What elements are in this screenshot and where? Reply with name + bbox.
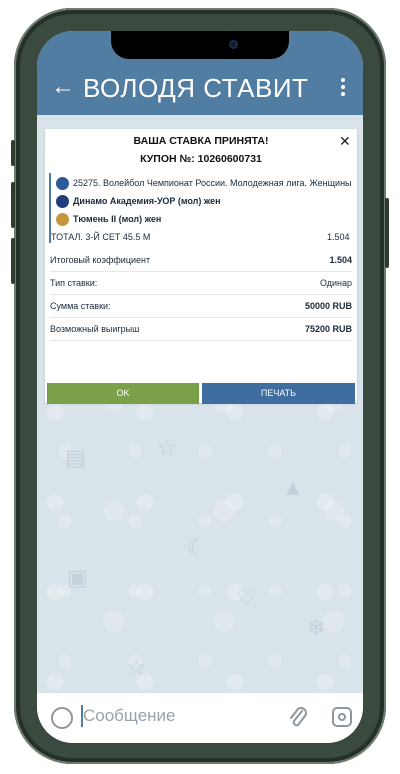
- event-team-1: Динамо Академия-УОР (мол) жен: [56, 195, 221, 208]
- arrow-left-icon[interactable]: ←: [51, 75, 75, 99]
- event-odds: 1.504: [327, 232, 350, 242]
- paperclip-icon[interactable]: [288, 705, 308, 729]
- doodle-star-icon: ☆: [157, 435, 177, 460]
- bet-event: 25275. Волейбол Чемпионат России. Молоде…: [49, 173, 357, 243]
- doodle-moon-icon: ☾: [187, 535, 207, 560]
- smile-icon[interactable]: [51, 707, 73, 729]
- team-1-logo-icon: [56, 195, 69, 208]
- side-button-right: [385, 198, 389, 268]
- more-vertical-icon[interactable]: [333, 75, 353, 99]
- print-button[interactable]: ПЕЧАТЬ: [202, 383, 355, 404]
- side-button-left-1: [11, 140, 15, 166]
- bet-accepted-heading: ВАША СТАВКА ПРИНЯТА!: [133, 135, 269, 147]
- summary-row-bet-type: Тип ставки: Одинар: [50, 272, 352, 295]
- bet-confirmation-card: ВАША СТАВКА ПРИНЯТА! ✕ КУПОН №: 10260600…: [45, 129, 357, 404]
- doodle-heart-icon: ♡: [237, 585, 257, 610]
- chat-title: ВОЛОДЯ СТАВИТ: [83, 73, 309, 103]
- close-icon[interactable]: ✕: [339, 133, 351, 150]
- phone-notch: [111, 31, 289, 59]
- event-market: ТОТАЛ. 3-Й СЕТ 45.5 М: [51, 232, 151, 242]
- side-button-left-2: [11, 182, 15, 228]
- front-camera: [229, 40, 238, 49]
- coupon-number: КУПОН №: 10260600731: [140, 153, 262, 165]
- camera-icon[interactable]: [332, 707, 352, 727]
- message-input[interactable]: Сообщение: [83, 706, 176, 726]
- volleyball-icon: [56, 177, 69, 190]
- summary-row-possible-win: Возможный выигрыш 75200 RUB: [50, 318, 352, 341]
- message-composer: Сообщение: [37, 693, 363, 743]
- doodle-snowflake-icon: ❄: [307, 615, 326, 640]
- ok-button[interactable]: OK: [47, 383, 199, 404]
- event-league: 25275. Волейбол Чемпионат России. Молоде…: [56, 177, 352, 190]
- team-2-logo-icon: [56, 213, 69, 226]
- event-team-2: Тюмень II (мол) жен: [56, 213, 161, 226]
- doodle-calendar-icon: ▤: [65, 445, 86, 470]
- doodle-gift-icon: ▣: [67, 565, 88, 590]
- side-button-left-3: [11, 238, 15, 284]
- doodle-star-icon: ☆: [127, 655, 147, 680]
- summary-row-total-odds: Итоговый коэффициент 1.504: [50, 249, 352, 272]
- doodle-tree-icon: ▲: [282, 475, 304, 500]
- summary-row-stake: Сумма ставки: 50000 RUB: [50, 295, 352, 318]
- phone-screen: ← ВОЛОДЯ СТАВИТ ▤ ☆ ▲ ▣ ♡ ❄ ☆ ☾ ВАША СТА…: [37, 31, 363, 743]
